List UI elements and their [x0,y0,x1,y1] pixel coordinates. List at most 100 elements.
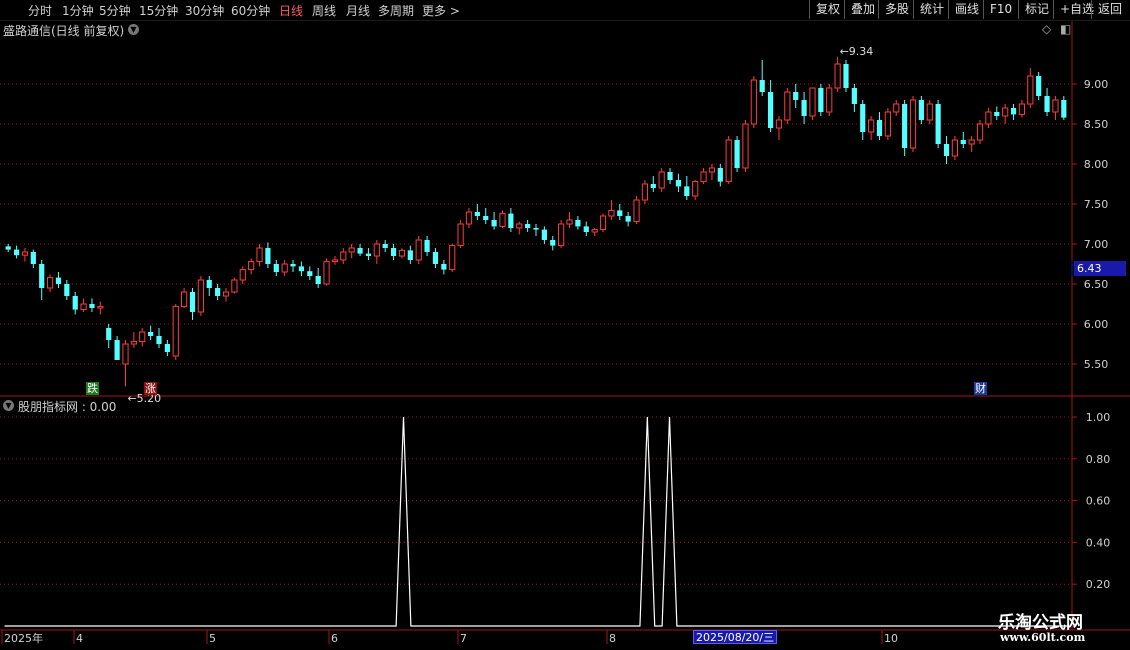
candle-body-122 [1027,75,1034,105]
candle-body-99 [834,63,841,89]
candle-body-14 [122,343,129,365]
toolbar-right-item-6[interactable]: 标记 [1018,0,1055,19]
candle-body-29 [248,261,255,271]
candle-body-80 [675,180,682,187]
candle-body-84 [708,167,716,173]
candle-body-125 [1052,99,1059,113]
candle-body-87 [734,140,740,168]
toolbar-item-7[interactable]: 周线 [312,2,336,19]
toolbar-item-5[interactable]: 60分钟 [231,2,270,19]
candle-body-75 [633,199,640,223]
candle-body-32 [273,264,279,272]
toolbar-item-4[interactable]: 30分钟 [185,2,224,19]
toolbar-right-item-2[interactable]: 多股 [878,0,915,19]
toolbar-item-9[interactable]: 多周期 [378,2,414,19]
toolbar-item-2[interactable]: 5分钟 [99,2,131,19]
toolbar-right-item-4[interactable]: 画线 [948,0,985,19]
candle-body-111 [935,104,941,144]
indicator-y-tick-label-0: 0.20 [1086,578,1111,591]
toolbar-right-item-0[interactable]: 复权 [809,0,846,19]
candle-body-43 [365,253,372,256]
candle-body-53 [449,245,456,271]
candle-body-11 [97,305,104,309]
main-y-tick-label-4: 7.50 [1084,198,1109,211]
toolbar-right-item-1[interactable]: 叠加 [844,0,881,19]
badge-die[interactable]: 跌 [86,382,99,395]
stock-title: 盛路通信(日线 前复权) [3,24,125,38]
main-y-tick-label-6: 8.50 [1084,118,1109,131]
toolbar-right-item-8[interactable]: 返回 [1091,0,1128,19]
candle-body-54 [457,223,464,247]
candle-body-83 [700,171,707,183]
candle-body-98 [826,87,833,113]
indicator-y-axis: 0.20 0.40 0.60 0.80 1.00 [1072,411,1110,591]
candle-body-116 [976,123,984,141]
candle-body-112 [943,144,950,156]
candle-body-26 [222,291,230,297]
chart-canvas: 5.50 6.00 6.50 7.00 7.50 8.00 8.50 9.00 0.20 0.4… [0,19,1130,645]
candle-body-121 [1018,103,1026,115]
toolbar-item-0[interactable]: 分时 [28,2,52,19]
diamond-icon[interactable]: ◇ [1042,22,1051,36]
candle-body-120 [1010,108,1017,115]
candle-body-95 [801,100,807,116]
candle-body-2 [21,251,29,256]
candle-body-65 [550,240,556,246]
indicator-y-tick-label-1: 0.40 [1086,536,1111,549]
candle-body-123 [1036,76,1042,96]
candle-body-119 [1002,107,1009,117]
candle-body-74 [625,216,631,222]
candle-body-35 [298,266,305,272]
x-tick-label-1: 4 [76,632,83,645]
candle-body-68 [575,220,581,227]
indicator-grid [0,416,1072,585]
main-y-tick-label-2: 6.50 [1084,278,1109,291]
toolbar-right-item-3[interactable]: 统计 [913,0,950,19]
candle-body-79 [667,172,673,180]
indicator-y-tick-label-2: 0.60 [1086,495,1111,508]
candle-body-41 [348,247,355,253]
candle-body-6 [55,277,62,284]
candle-body-104 [876,120,883,136]
candle-body-37 [315,276,321,284]
candle-body-108 [909,99,917,149]
candle-body-24 [206,280,212,288]
main-y-tick-label-3: 7.00 [1084,238,1109,251]
toolbar-item-3[interactable]: 15分钟 [139,2,178,19]
candle-body-15 [130,341,137,345]
toolbar-item-10[interactable]: 更多 > [422,2,460,19]
candle-body-5 [46,277,54,289]
toolbar-right-item-5[interactable]: F10 [983,0,1018,19]
main-y-axis: 5.50 6.00 6.50 7.00 7.50 8.00 8.50 9.00 [1072,78,1108,371]
badge-cai[interactable]: 财 [974,382,987,395]
candle-body-97 [818,88,824,112]
candle-body-124 [1044,96,1050,112]
candle-body-10 [89,304,95,308]
candle-body-69 [583,226,589,232]
candle-body-66 [558,223,565,247]
indicator-line [4,416,1069,627]
toolbar-item-1[interactable]: 1分钟 [62,2,94,19]
panel-toggle-icon[interactable]: ◧ [1060,22,1071,36]
indicator-y-tick-label-3: 0.80 [1086,453,1111,466]
candle-body-118 [994,112,1000,116]
chevron-down-icon[interactable]: ▼ [128,24,139,35]
candle-body-96 [809,87,816,117]
candle-body-85 [717,168,723,182]
candle-body-52 [441,264,447,270]
candle-body-42 [357,248,363,254]
candle-body-100 [843,64,849,88]
main-y-tick-label-1: 6.00 [1084,318,1109,331]
toolbar-item-6[interactable]: 日线 [279,2,303,19]
badge-zhang[interactable]: 涨 [144,382,157,395]
candle-body-64 [541,229,547,240]
chevron-down-icon[interactable]: ▼ [3,400,14,411]
candle-body-63 [533,228,539,230]
candle-body-61 [516,223,523,229]
candle-body-117 [985,111,992,125]
toolbar-item-8[interactable]: 月线 [346,2,370,19]
candle-body-47 [398,249,406,257]
candle-body-8 [72,296,78,310]
candle-body-49 [415,239,422,261]
main-y-tick-label-0: 5.50 [1084,358,1109,371]
